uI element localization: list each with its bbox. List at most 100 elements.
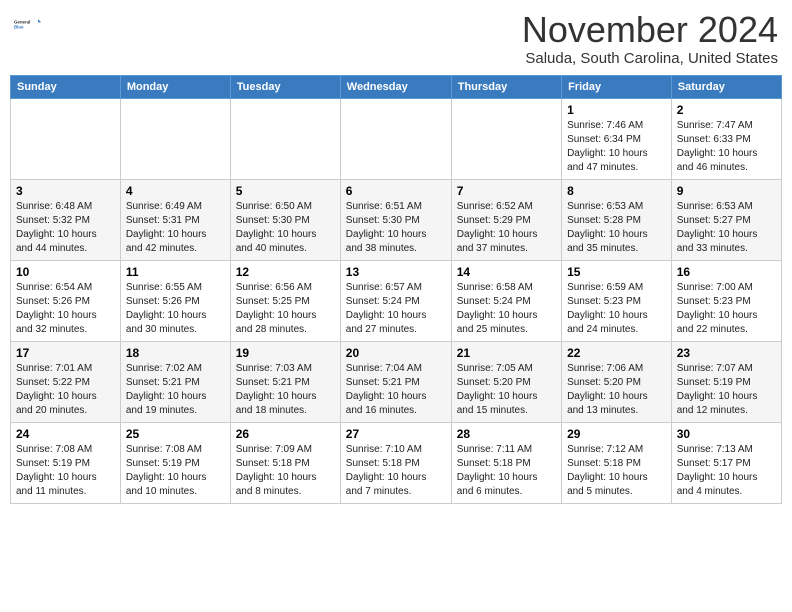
day-number: 7: [457, 184, 556, 198]
day-info: Sunrise: 7:46 AM Sunset: 6:34 PM Dayligh…: [567, 119, 666, 175]
weekday-header: Tuesday: [230, 75, 340, 98]
day-number: 4: [126, 184, 225, 198]
day-number: 9: [677, 184, 776, 198]
day-info: Sunrise: 6:56 AM Sunset: 5:25 PM Dayligh…: [236, 281, 335, 337]
day-info: Sunrise: 7:10 AM Sunset: 5:18 PM Dayligh…: [346, 443, 446, 499]
calendar-cell: 20 Sunrise: 7:04 AM Sunset: 5:21 PM Dayli…: [340, 341, 451, 422]
calendar-week-row: 17 Sunrise: 7:01 AM Sunset: 5:22 PM Dayli…: [11, 341, 782, 422]
calendar-cell: 9 Sunrise: 6:53 AM Sunset: 5:27 PM Daylig…: [671, 179, 781, 260]
calendar-cell: 6 Sunrise: 6:51 AM Sunset: 5:30 PM Daylig…: [340, 179, 451, 260]
calendar-week-row: 1 Sunrise: 7:46 AM Sunset: 6:34 PM Daylig…: [11, 98, 782, 179]
day-info: Sunrise: 7:00 AM Sunset: 5:23 PM Dayligh…: [677, 281, 776, 337]
day-number: 15: [567, 265, 666, 279]
calendar-cell: [451, 98, 561, 179]
day-info: Sunrise: 6:51 AM Sunset: 5:30 PM Dayligh…: [346, 200, 446, 256]
calendar-cell: 7Sunrise: 6:52 AM Sunset: 5:29 PM Daylig…: [451, 179, 561, 260]
weekday-header: Monday: [120, 75, 230, 98]
day-number: 24: [16, 427, 115, 441]
day-info: Sunrise: 7:01 AM Sunset: 5:22 PM Dayligh…: [16, 362, 115, 418]
calendar-cell: [230, 98, 340, 179]
weekday-header: Friday: [562, 75, 672, 98]
day-info: Sunrise: 6:55 AM Sunset: 5:26 PM Dayligh…: [126, 281, 225, 337]
calendar-body: 1 Sunrise: 7:46 AM Sunset: 6:34 PM Daylig…: [11, 98, 782, 503]
day-number: 5: [236, 184, 335, 198]
day-number: 19: [236, 346, 335, 360]
calendar-cell: 30Sunrise: 7:13 AM Sunset: 5:17 PM Dayli…: [671, 422, 781, 503]
logo: General Blue: [14, 10, 44, 38]
calendar-cell: 27Sunrise: 7:10 AM Sunset: 5:18 PM Dayli…: [340, 422, 451, 503]
day-info: Sunrise: 7:11 AM Sunset: 5:18 PM Dayligh…: [457, 443, 556, 499]
calendar-cell: 19Sunrise: 7:03 AM Sunset: 5:21 PM Dayli…: [230, 341, 340, 422]
day-info: Sunrise: 7:06 AM Sunset: 5:20 PM Dayligh…: [567, 362, 666, 418]
calendar-cell: 3 Sunrise: 6:48 AM Sunset: 5:32 PM Daylig…: [11, 179, 121, 260]
day-info: Sunrise: 7:04 AM Sunset: 5:21 PM Dayligh…: [346, 362, 446, 418]
logo-icon: General Blue: [14, 10, 42, 38]
calendar-week-row: 3 Sunrise: 6:48 AM Sunset: 5:32 PM Daylig…: [11, 179, 782, 260]
calendar-cell: [340, 98, 451, 179]
day-info: Sunrise: 6:57 AM Sunset: 5:24 PM Dayligh…: [346, 281, 446, 337]
weekday-header-row: SundayMondayTuesdayWednesdayThursdayFrid…: [11, 75, 782, 98]
calendar-cell: 28 Sunrise: 7:11 AM Sunset: 5:18 PM Dayli…: [451, 422, 561, 503]
calendar-week-row: 24 Sunrise: 7:08 AM Sunset: 5:19 PM Dayli…: [11, 422, 782, 503]
day-info: Sunrise: 6:54 AM Sunset: 5:26 PM Dayligh…: [16, 281, 115, 337]
calendar-cell: 5 Sunrise: 6:50 AM Sunset: 5:30 PM Daylig…: [230, 179, 340, 260]
calendar-cell: 16 Sunrise: 7:00 AM Sunset: 5:23 PM Dayli…: [671, 260, 781, 341]
day-info: Sunrise: 7:47 AM Sunset: 6:33 PM Dayligh…: [677, 119, 776, 175]
day-info: Sunrise: 6:49 AM Sunset: 5:31 PM Dayligh…: [126, 200, 225, 256]
day-number: 28: [457, 427, 556, 441]
calendar-cell: 23 Sunrise: 7:07 AM Sunset: 5:19 PM Dayli…: [671, 341, 781, 422]
calendar-cell: 13Sunrise: 6:57 AM Sunset: 5:24 PM Dayli…: [340, 260, 451, 341]
day-number: 6: [346, 184, 446, 198]
calendar-cell: 11 Sunrise: 6:55 AM Sunset: 5:26 PM Dayli…: [120, 260, 230, 341]
day-number: 26: [236, 427, 335, 441]
day-number: 23: [677, 346, 776, 360]
page-header: General Blue November 2024 Saluda, South…: [10, 10, 782, 67]
calendar-week-row: 10 Sunrise: 6:54 AM Sunset: 5:26 PM Dayli…: [11, 260, 782, 341]
weekday-header: Thursday: [451, 75, 561, 98]
calendar-cell: 21 Sunrise: 7:05 AM Sunset: 5:20 PM Dayli…: [451, 341, 561, 422]
calendar-header: SundayMondayTuesdayWednesdayThursdayFrid…: [11, 75, 782, 98]
calendar-cell: [120, 98, 230, 179]
calendar-cell: 17 Sunrise: 7:01 AM Sunset: 5:22 PM Dayli…: [11, 341, 121, 422]
day-number: 17: [16, 346, 115, 360]
day-number: 1: [567, 103, 666, 117]
day-info: Sunrise: 6:59 AM Sunset: 5:23 PM Dayligh…: [567, 281, 666, 337]
calendar-cell: 12 Sunrise: 6:56 AM Sunset: 5:25 PM Dayli…: [230, 260, 340, 341]
day-info: Sunrise: 7:05 AM Sunset: 5:20 PM Dayligh…: [457, 362, 556, 418]
svg-text:General: General: [14, 20, 30, 25]
day-number: 21: [457, 346, 556, 360]
calendar-cell: 18Sunrise: 7:02 AM Sunset: 5:21 PM Dayli…: [120, 341, 230, 422]
day-number: 16: [677, 265, 776, 279]
calendar-table: SundayMondayTuesdayWednesdayThursdayFrid…: [10, 75, 782, 504]
day-info: Sunrise: 6:48 AM Sunset: 5:32 PM Dayligh…: [16, 200, 115, 256]
day-info: Sunrise: 7:09 AM Sunset: 5:18 PM Dayligh…: [236, 443, 335, 499]
calendar-cell: 10 Sunrise: 6:54 AM Sunset: 5:26 PM Dayli…: [11, 260, 121, 341]
day-number: 20: [346, 346, 446, 360]
day-info: Sunrise: 7:07 AM Sunset: 5:19 PM Dayligh…: [677, 362, 776, 418]
day-number: 11: [126, 265, 225, 279]
day-info: Sunrise: 6:53 AM Sunset: 5:28 PM Dayligh…: [567, 200, 666, 256]
calendar-cell: 25 Sunrise: 7:08 AM Sunset: 5:19 PM Dayli…: [120, 422, 230, 503]
day-number: 18: [126, 346, 225, 360]
day-number: 12: [236, 265, 335, 279]
title-block: November 2024 Saluda, South Carolina, Un…: [522, 10, 778, 67]
day-info: Sunrise: 6:53 AM Sunset: 5:27 PM Dayligh…: [677, 200, 776, 256]
day-number: 10: [16, 265, 115, 279]
calendar-cell: 14 Sunrise: 6:58 AM Sunset: 5:24 PM Dayli…: [451, 260, 561, 341]
svg-text:Blue: Blue: [14, 24, 24, 29]
calendar-cell: 29 Sunrise: 7:12 AM Sunset: 5:18 PM Dayli…: [562, 422, 672, 503]
calendar-cell: 1 Sunrise: 7:46 AM Sunset: 6:34 PM Daylig…: [562, 98, 672, 179]
day-number: 14: [457, 265, 556, 279]
day-info: Sunrise: 7:12 AM Sunset: 5:18 PM Dayligh…: [567, 443, 666, 499]
day-info: Sunrise: 6:50 AM Sunset: 5:30 PM Dayligh…: [236, 200, 335, 256]
day-number: 8: [567, 184, 666, 198]
day-info: Sunrise: 7:08 AM Sunset: 5:19 PM Dayligh…: [126, 443, 225, 499]
day-number: 29: [567, 427, 666, 441]
weekday-header: Wednesday: [340, 75, 451, 98]
day-info: Sunrise: 7:13 AM Sunset: 5:17 PM Dayligh…: [677, 443, 776, 499]
calendar-cell: 22Sunrise: 7:06 AM Sunset: 5:20 PM Dayli…: [562, 341, 672, 422]
day-number: 25: [126, 427, 225, 441]
day-number: 3: [16, 184, 115, 198]
day-info: Sunrise: 6:58 AM Sunset: 5:24 PM Dayligh…: [457, 281, 556, 337]
calendar-cell: 2Sunrise: 7:47 AM Sunset: 6:33 PM Daylig…: [671, 98, 781, 179]
